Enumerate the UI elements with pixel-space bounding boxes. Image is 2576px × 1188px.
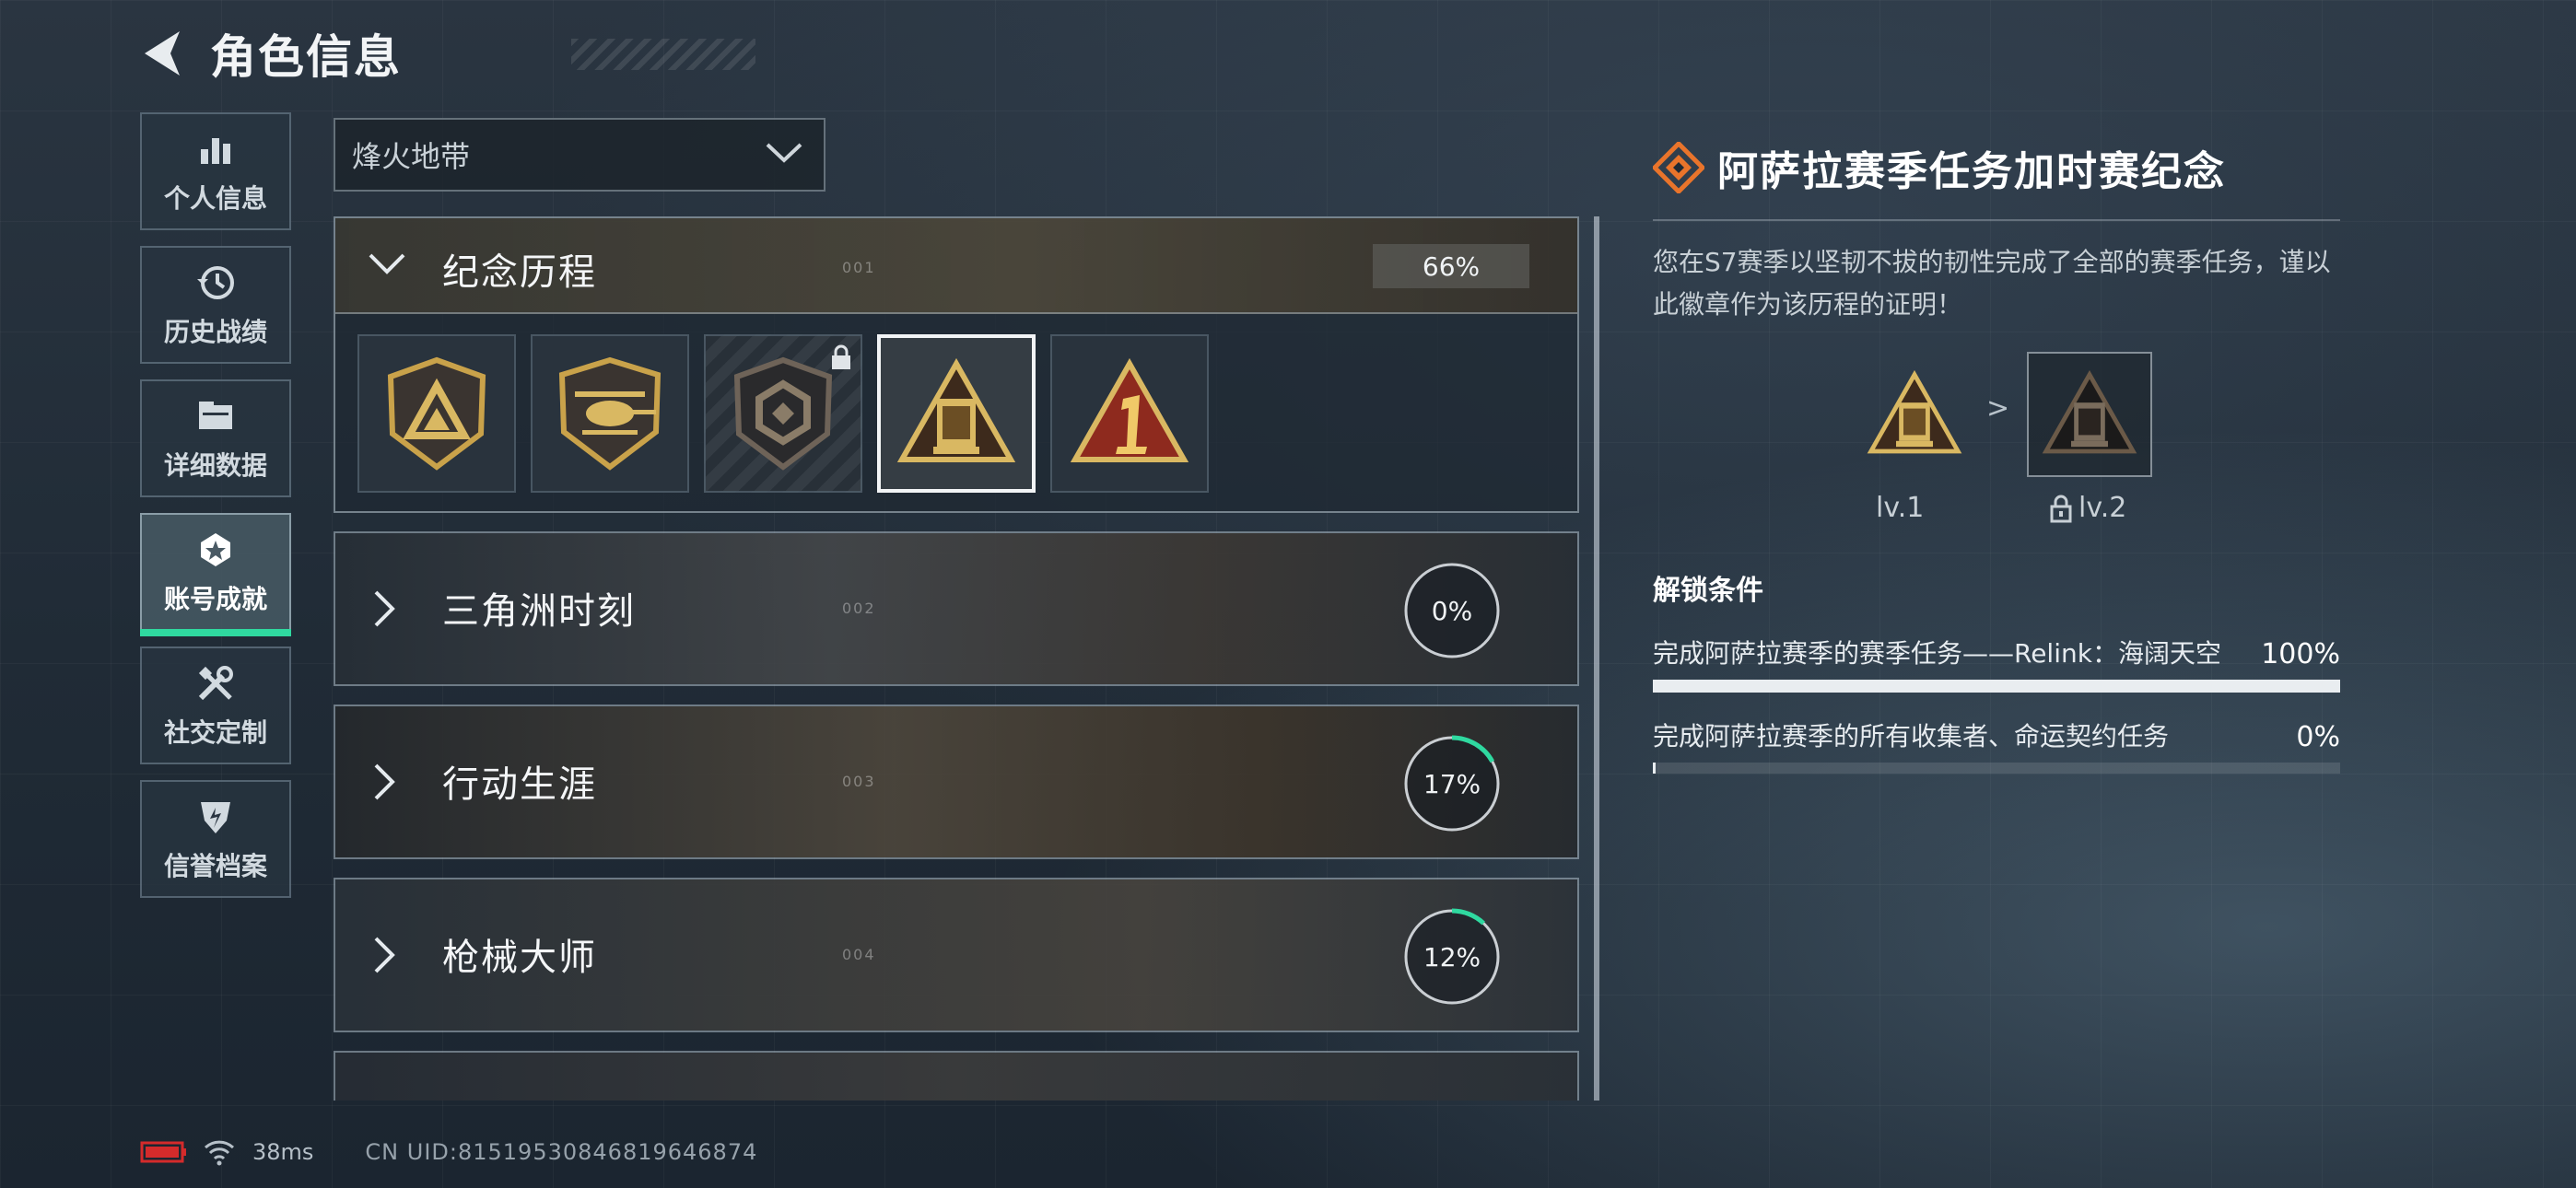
helicopter-badge-icon	[558, 356, 662, 471]
s7-triangle-badge-icon	[1867, 370, 1962, 454]
shield-icon	[193, 795, 238, 839]
sidebar-item-label: 详细数据	[163, 450, 267, 481]
chevron-right-icon	[370, 933, 407, 981]
detail-title-row: 阿萨拉赛季任务加时赛纪念	[1653, 138, 2340, 197]
category-name: 纪念历程	[442, 251, 597, 294]
level-2-badge[interactable]	[2027, 352, 2152, 477]
category-background-art	[335, 1053, 1577, 1101]
back-arrow-icon[interactable]	[138, 26, 186, 81]
status-bar: 38ms CN UID:8151953084681964687​4	[140, 1138, 757, 1166]
achievement-category-list[interactable]: 纪念历程 001 66% 三角洲时刻 002 0% 行动生涯 003 17% 枪…	[334, 216, 1579, 1101]
sidebar-item-detailed-data[interactable]: 详细数据	[140, 379, 291, 497]
progress-fill	[1653, 763, 1656, 774]
sidebar-item-social[interactable]: 社交定制	[140, 646, 291, 764]
diamond-emblem-icon	[1653, 142, 1704, 193]
user-uid: CN UID:8151953084681964687​4	[365, 1139, 758, 1165]
category-header[interactable]: 纪念历程 001 66%	[335, 218, 1577, 314]
lock-icon	[832, 344, 850, 369]
mode-select[interactable]: 烽火地带	[334, 118, 825, 192]
condition-item: 完成阿萨拉赛季的赛季任务——Relink：海阔天空 100%	[1653, 634, 2340, 693]
category-name: 枪械大师	[442, 937, 597, 979]
badge-slot[interactable]	[357, 334, 516, 493]
sidebar: 个人信息 历史战绩 详细数据 账号成就 社交定制 信誉档案	[140, 112, 291, 914]
category-name: 行动生涯	[442, 763, 597, 806]
level-2-text: lv.2	[2078, 492, 2127, 524]
sidebar-item-label: 个人信息	[163, 183, 267, 214]
level-1-badge[interactable]	[1852, 352, 1977, 477]
chevron-down-icon	[367, 250, 413, 283]
chevron-right-icon	[370, 587, 407, 635]
tools-icon	[193, 661, 238, 705]
sidebar-item-history[interactable]: 历史战绩	[140, 246, 291, 364]
battery-icon	[140, 1141, 186, 1163]
condition-text: 完成阿萨拉赛季的赛季任务——Relink：海阔天空	[1653, 638, 2221, 669]
category-partial[interactable]	[334, 1051, 1579, 1101]
badge-detail-panel: 阿萨拉赛季任务加时赛纪念 您在S7赛季以坚韧不拔的韧性完成了全部的赛季任务，谨以…	[1653, 138, 2340, 774]
sidebar-item-reputation[interactable]: 信誉档案	[140, 780, 291, 898]
category-name: 三角洲时刻	[442, 590, 636, 633]
folder-icon	[193, 394, 238, 438]
level-separator: >	[1986, 392, 2010, 425]
scrollbar-thumb[interactable]	[1594, 216, 1599, 1101]
condition-item: 完成阿萨拉赛季的所有收集者、命运契约任务 0%	[1653, 716, 2340, 774]
title-decoration	[571, 39, 755, 70]
sidebar-item-label: 历史战绩	[163, 317, 267, 347]
level-2-label: lv.2	[2049, 492, 2126, 524]
history-icon	[193, 261, 238, 305]
divider	[1653, 219, 2340, 221]
category-progress: 66%	[1373, 244, 1529, 288]
category-commemoration: 纪念历程 001 66%	[334, 216, 1579, 513]
chevron-down-icon	[765, 141, 803, 169]
level-1-label: lv.1	[1876, 492, 1925, 524]
category-operation-career[interactable]: 行动生涯 003 17%	[334, 705, 1579, 859]
condition-progress-bar	[1653, 680, 2340, 693]
achievement-icon	[193, 528, 238, 572]
s7-triangle-dark-badge-icon	[2042, 370, 2137, 454]
progress-fill	[1653, 680, 2340, 693]
badge-slot-selected[interactable]	[877, 334, 1036, 493]
detail-title: 阿萨拉赛季任务加时赛纪念	[1717, 148, 2226, 195]
condition-progress: 0%	[2296, 721, 2340, 753]
badge-slot-locked[interactable]	[704, 334, 862, 493]
condition-text: 完成阿萨拉赛季的所有收集者、命运契约任务	[1653, 721, 2170, 751]
list-scrollbar[interactable]	[1594, 216, 1599, 1101]
category-weapon-master[interactable]: 枪械大师 004 12%	[334, 878, 1579, 1032]
condition-progress-bar	[1653, 763, 2340, 774]
sidebar-item-label: 账号成就	[163, 584, 267, 614]
sidebar-item-label: 社交定制	[163, 717, 267, 748]
badge-slot[interactable]	[1050, 334, 1209, 493]
bar-chart-icon	[193, 127, 238, 171]
badge-levels: > lv.1 lv.2	[1653, 352, 2340, 527]
conditions-title: 解锁条件	[1653, 575, 1763, 607]
category-index: 004	[842, 946, 876, 963]
sidebar-item-label: 信誉档案	[163, 851, 267, 881]
hexagon-badge-icon	[733, 356, 833, 471]
category-delta-moments[interactable]: 三角洲时刻 002 0%	[334, 531, 1579, 686]
lock-icon	[2050, 495, 2072, 522]
chevron-right-icon	[370, 760, 407, 808]
category-index: 002	[842, 600, 876, 617]
sidebar-item-achievements[interactable]: 账号成就	[140, 513, 291, 636]
network-ping: 38ms	[252, 1139, 314, 1165]
condition-progress: 100%	[2261, 638, 2340, 670]
page-title: 角色信息	[210, 30, 402, 84]
category-progress: 12%	[1423, 941, 1481, 973]
wifi-icon	[204, 1140, 235, 1166]
category-index: 001	[842, 259, 876, 276]
number-one-badge-icon	[1070, 358, 1189, 462]
category-progress: 17%	[1423, 768, 1481, 799]
page-header: 角色信息	[138, 20, 755, 87]
badge-slot[interactable]	[531, 334, 689, 493]
category-progress: 0%	[1431, 595, 1473, 626]
sidebar-item-personal-info[interactable]: 个人信息	[140, 112, 291, 230]
category-index: 003	[842, 773, 876, 790]
mode-select-value: 烽火地带	[352, 139, 471, 174]
badge-row	[357, 334, 1209, 493]
s7-triangle-badge-icon	[896, 358, 1016, 462]
detail-description: 您在S7赛季以坚韧不拔的韧性完成了全部的赛季任务，谨以此徽章作为该历程的证明！	[1653, 247, 2331, 320]
triangle-shield-badge-icon	[387, 356, 486, 471]
